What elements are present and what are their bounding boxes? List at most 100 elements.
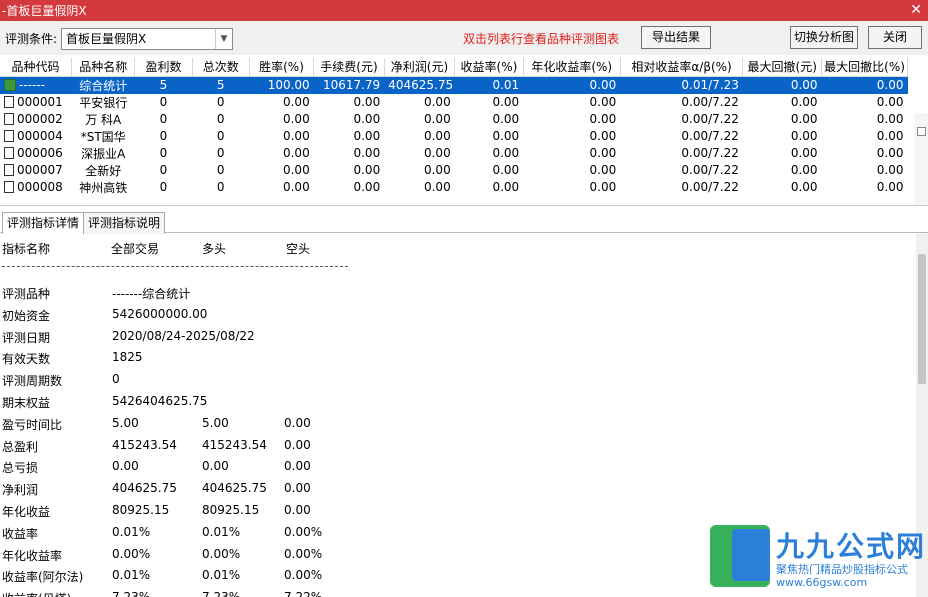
metric-value-b: 0.00	[202, 459, 229, 474]
header-name: 指标名称	[2, 242, 51, 256]
table-row[interactable]: 000007 全新好 0 0 0.00 0.00 0.00 0.00 0.00 0.00/7.22…	[0, 162, 908, 179]
cell-win: 0	[159, 180, 168, 194]
chevron-down-icon[interactable]: ▼	[215, 29, 232, 49]
metric-label: 年化收益率	[2, 548, 63, 563]
metric-label: 收益率(阿尔法)	[2, 570, 84, 585]
cell-code: 000008	[0, 179, 72, 196]
column-header[interactable]: 年化收益率(%)	[523, 58, 621, 77]
cell-ddp: 0.00	[876, 146, 904, 160]
cell-rate: 0.00	[282, 146, 310, 160]
export-button[interactable]: 导出结果	[641, 26, 711, 49]
header-short: 空头	[286, 242, 311, 256]
metric-label: 总盈利	[2, 439, 39, 454]
cell-ret: 0.00	[492, 95, 520, 109]
code-text: 000006	[17, 146, 63, 160]
code-text: ------	[19, 78, 45, 92]
cell-rel: 0.00/7.22	[681, 180, 739, 194]
cell-ret: 0.01	[454, 76, 524, 94]
condition-label: 评测条件:	[5, 32, 58, 46]
column-header[interactable]: 净利润(元)	[384, 58, 456, 77]
metric-value-c: 0.00	[284, 415, 311, 430]
metric-label: 收益率(贝塔)	[2, 590, 71, 597]
metric-label: 初始资金	[2, 308, 51, 323]
metric-label: 有效天数	[2, 352, 51, 367]
cell-rel: 0.00/7.22	[681, 163, 739, 177]
header-long: 多头	[202, 242, 227, 256]
column-header[interactable]: 盈利数	[134, 58, 193, 77]
metric-value-c: 0.00	[284, 437, 311, 452]
table-row[interactable]: 000008 神州高铁 0 0 0.00 0.00 0.00 0.00 0.00 0.00/7.2…	[0, 179, 908, 196]
cell-code: ------	[0, 76, 72, 94]
column-header[interactable]: 品种代码	[0, 58, 73, 77]
cell-annual: 0.00	[589, 112, 617, 126]
logo: 九九公式网 聚焦热门精品炒股指标公式 www.66gsw.com	[706, 523, 928, 597]
table-row[interactable]: 000001 平安银行 0 0 0.00 0.00 0.00 0.00 0.00 0.00/7.2…	[0, 94, 908, 111]
cell-profit: 0.00	[423, 129, 451, 143]
logo-brand: 九九公式网	[776, 530, 927, 563]
column-header[interactable]: 总次数	[192, 58, 250, 77]
cell-dd: 0.00	[790, 146, 818, 160]
column-header[interactable]: 相对收益率α/β(%)	[620, 58, 744, 77]
switch-chart-button[interactable]: 切换分析图	[790, 26, 858, 49]
detail-scroll-thumb[interactable]	[918, 254, 926, 384]
separator	[2, 266, 348, 267]
document-icon	[4, 181, 14, 193]
column-header[interactable]: 胜率(%)	[249, 58, 315, 77]
cell-win: 5	[134, 76, 193, 94]
cell-total: 0	[216, 112, 225, 126]
document-icon	[4, 130, 14, 142]
cell-fee: 0.00	[353, 163, 381, 177]
cell-rel: 0.00/7.22	[681, 95, 739, 109]
table-row[interactable]: ------ 综合统计 5 5 100.00 10617.79 404625.75 0.01 0…	[0, 76, 908, 94]
document-icon	[4, 164, 14, 176]
metric-value-b: 5.00	[202, 415, 229, 430]
cell-name: *ST国华	[80, 129, 126, 144]
cell-code: 000001	[0, 94, 72, 111]
tab-bar: 评测指标详情 评测指标说明	[0, 205, 928, 235]
metric-label: 收益率	[2, 526, 39, 541]
metric-value-a: 5.00	[112, 415, 139, 430]
document-icon	[4, 96, 14, 108]
metric-value-b: 0.01%	[202, 524, 241, 539]
table-row[interactable]: 000004 *ST国华 0 0 0.00 0.00 0.00 0.00 0.00 0.00/7.…	[0, 128, 908, 145]
column-header[interactable]: 品种名称	[71, 58, 136, 77]
cell-name: 深振业A	[81, 146, 126, 161]
column-header[interactable]: 收益率(%)	[454, 58, 524, 77]
cell-fee: 0.00	[353, 180, 381, 194]
tab-details[interactable]: 评测指标详情	[2, 212, 85, 235]
column-header[interactable]: 手续费(元)	[313, 58, 385, 77]
cell-rel: 0.00/7.22	[681, 129, 739, 143]
cell-rate: 100.00	[249, 76, 314, 94]
metric-label: 净利润	[2, 483, 39, 498]
cell-code: 000004	[0, 128, 72, 145]
cell-dd: 0.00	[790, 163, 818, 177]
window-close-icon[interactable]: ✕	[910, 2, 922, 18]
cell-dd: 0.00	[790, 95, 818, 109]
cell-ddp: 0.00	[876, 129, 904, 143]
cell-profit: 404625.75	[384, 76, 455, 94]
cell-ret: 0.00	[492, 163, 520, 177]
condition-value: 首板巨量假阴X	[66, 32, 147, 46]
cell-total: 0	[216, 180, 225, 194]
metric-value-a: 5426000000.00	[112, 306, 208, 321]
metric-value-c: 0.00%	[284, 524, 323, 539]
cell-annual: 0.00	[589, 163, 617, 177]
scroll-thumb[interactable]	[917, 127, 926, 136]
condition-select[interactable]: 首板巨量假阴X ▼	[61, 28, 233, 50]
column-header[interactable]: 最大回撤比(%)	[821, 58, 908, 77]
cell-win: 0	[159, 95, 168, 109]
logo-url: www.66gsw.com	[776, 576, 868, 589]
tab-explain[interactable]: 评测指标说明	[83, 212, 166, 234]
cell-ddp: 0.00	[876, 163, 904, 177]
close-button[interactable]: 关闭	[868, 26, 922, 49]
metric-value-b: 0.00%	[202, 546, 241, 561]
table-row[interactable]: 000006 深振业A 0 0 0.00 0.00 0.00 0.00 0.00 0.00/7.2…	[0, 145, 908, 162]
cell-name: 万 科A	[85, 112, 122, 127]
cell-dd: 0.00	[742, 76, 822, 94]
metric-value-c: 0.00%	[284, 546, 323, 561]
metric-label: 评测日期	[2, 330, 51, 345]
column-header[interactable]: 最大回撤(元)	[742, 58, 823, 77]
cell-total: 0	[216, 95, 225, 109]
cell-profit: 0.00	[423, 112, 451, 126]
table-row[interactable]: 000002 万 科A 0 0 0.00 0.00 0.00 0.00 0.00 0.00/7.2…	[0, 111, 908, 128]
